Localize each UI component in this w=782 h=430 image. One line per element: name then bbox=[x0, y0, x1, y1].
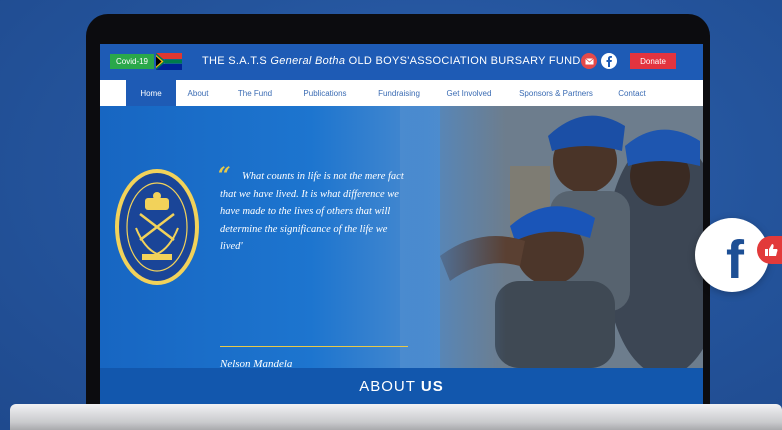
website-screen: Covid-19 THE S.A.T.S General Botha OLD B… bbox=[100, 44, 703, 404]
site-title-suffix: OLD BOYS'ASSOCIATION BURSARY FUND bbox=[345, 55, 581, 67]
envelope-glyph bbox=[584, 57, 594, 64]
laptop-base bbox=[10, 404, 782, 430]
covid-19-button[interactable]: Covid-19 bbox=[110, 54, 154, 69]
nav-the-fund[interactable]: The Fund bbox=[230, 80, 280, 106]
facebook-icon[interactable] bbox=[601, 53, 617, 69]
about-heading-bold: US bbox=[420, 377, 444, 395]
hero-section: “ What counts in life is not the mere fa… bbox=[100, 106, 703, 368]
site-title-prefix: THE S.A.T.S bbox=[202, 55, 271, 67]
mail-icon[interactable] bbox=[581, 53, 597, 69]
nav-publications[interactable]: Publications bbox=[292, 80, 358, 106]
donate-button[interactable]: Donate bbox=[630, 53, 676, 69]
like-badge-icon bbox=[757, 236, 782, 264]
facebook-f-glyph bbox=[606, 56, 612, 67]
about-heading-prefix: ABOUT bbox=[359, 377, 416, 395]
hero-photo bbox=[400, 106, 703, 368]
nav-about[interactable]: About bbox=[180, 80, 216, 106]
quote-author: Nelson Mandela bbox=[220, 358, 293, 368]
hero-quote: What counts in life is not the mere fact… bbox=[220, 171, 404, 252]
nav-get-involved[interactable]: Get Involved bbox=[438, 80, 500, 106]
nav-home[interactable]: Home bbox=[126, 80, 176, 106]
association-crest bbox=[115, 169, 199, 285]
thumbs-up-glyph bbox=[765, 244, 778, 256]
top-banner: Covid-19 THE S.A.T.S General Botha OLD B… bbox=[100, 44, 703, 80]
quote-divider bbox=[220, 346, 408, 347]
site-title-italic: General Botha bbox=[270, 55, 346, 67]
nav-contact[interactable]: Contact bbox=[610, 80, 654, 106]
nav-sponsors-partners[interactable]: Sponsors & Partners bbox=[510, 80, 602, 106]
main-nav: Home About The Fund Publications Fundrai… bbox=[100, 80, 703, 106]
nav-fundraising[interactable]: Fundraising bbox=[368, 80, 430, 106]
south-africa-flag-icon bbox=[156, 53, 182, 70]
site-title: THE S.A.T.S General Botha OLD BOYS'ASSOC… bbox=[202, 55, 581, 67]
facebook-f-glyph: f bbox=[726, 230, 744, 290]
about-us-heading: ABOUT US bbox=[100, 368, 703, 404]
